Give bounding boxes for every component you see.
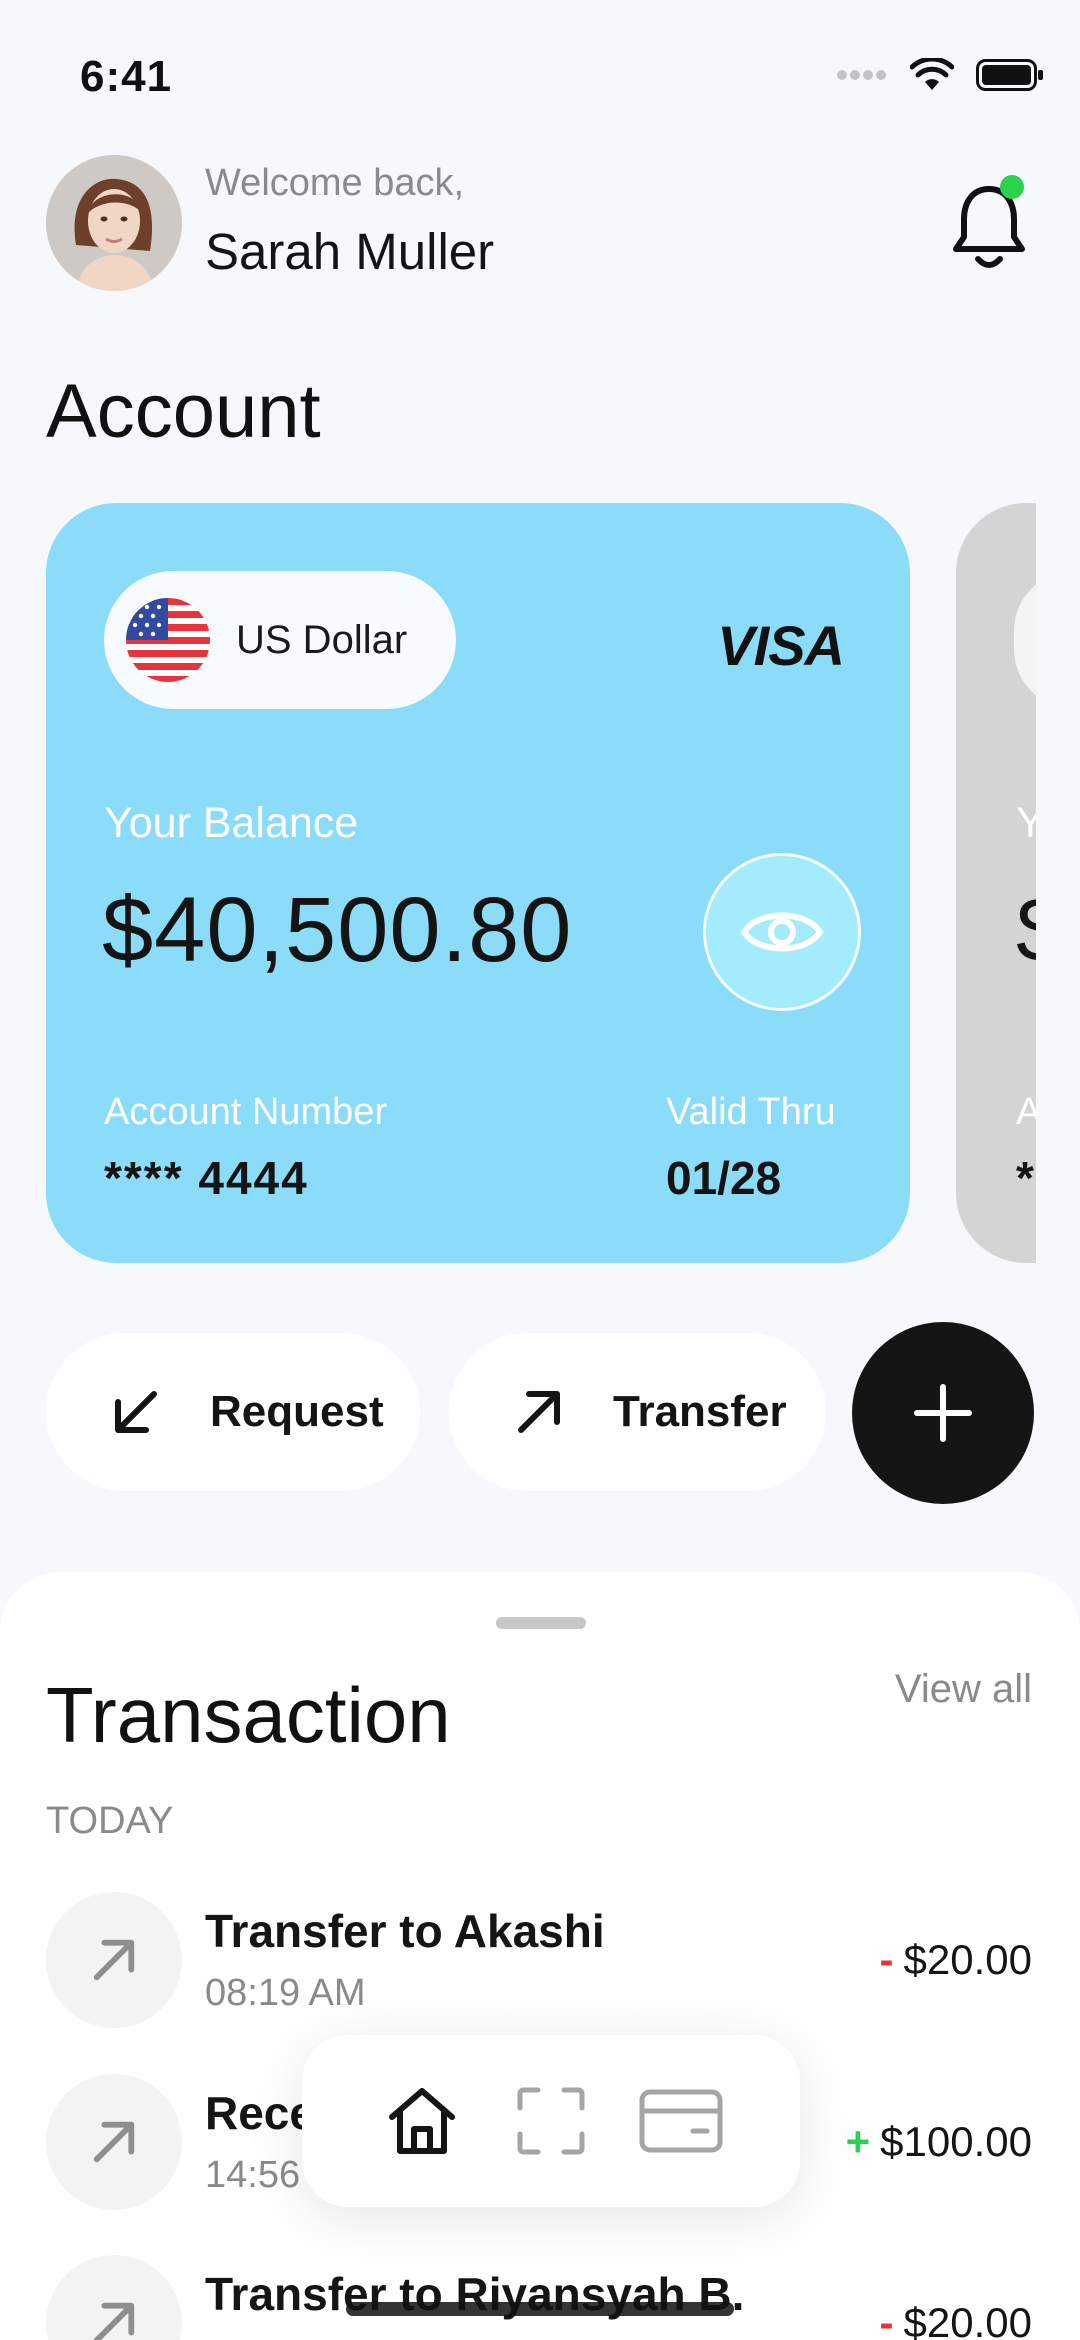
account-card[interactable]: US Dollar VISA Your Balance $40,500.80 A… xyxy=(46,503,910,1263)
arrow-up-right-icon xyxy=(93,2121,135,2163)
amount-value: $100.00 xyxy=(880,2118,1032,2165)
notification-dot xyxy=(1000,175,1024,199)
scan-icon xyxy=(517,2087,585,2155)
transaction-icon xyxy=(46,2255,182,2340)
transaction-name: Rece xyxy=(205,2087,315,2139)
welcome-text: Welcome back, xyxy=(205,162,465,204)
account-number-label: Account Number xyxy=(104,1091,388,1133)
view-all-link[interactable]: View all xyxy=(895,1667,1032,1712)
currency-selector[interactable]: US Dollar xyxy=(104,571,456,709)
page-title: Account xyxy=(46,369,321,454)
amount-sign: - xyxy=(879,2299,894,2340)
transaction-time: 08:19 AM xyxy=(205,1972,366,2014)
balance-value: $40,500.80 xyxy=(102,879,573,981)
balance-label: Your Balance xyxy=(104,799,359,847)
plus-icon xyxy=(914,1384,972,1442)
request-label: Request xyxy=(210,1387,384,1436)
amount-value: $20.00 xyxy=(903,2299,1032,2340)
tab-scan[interactable] xyxy=(501,2071,601,2171)
arrow-up-right-icon xyxy=(518,1391,560,1433)
battery-icon xyxy=(976,59,1043,91)
home-icon xyxy=(388,2088,455,2154)
avatar[interactable] xyxy=(46,155,182,291)
transaction-icon xyxy=(46,2074,182,2210)
us-flag-icon xyxy=(126,598,210,682)
currency-label: US Dollar xyxy=(236,617,408,662)
transaction-row[interactable]: Transfer to Riyansyah B. - $20.00 xyxy=(0,2255,1080,2340)
wifi-icon xyxy=(910,58,954,90)
amount-sign: - xyxy=(879,1936,894,1983)
account-card-secondary[interactable]: Y $ A * xyxy=(956,503,1036,1263)
secondary-account-number: * xyxy=(1016,1152,1034,1204)
eye-icon xyxy=(741,912,823,952)
card-icon xyxy=(639,2089,722,2153)
transaction-amount: - $20.00 xyxy=(880,2299,1032,2340)
request-button[interactable]: Request xyxy=(46,1333,420,1491)
home-indicator[interactable] xyxy=(346,2302,734,2316)
arrow-up-right-icon xyxy=(93,1939,135,1981)
arrow-up-right-icon xyxy=(93,2302,135,2340)
user-name: Sarah Muller xyxy=(205,223,495,280)
sheet-grabber[interactable] xyxy=(496,1617,586,1629)
secondary-balance: $ xyxy=(1016,878,1036,983)
transaction-amount: - $20.00 xyxy=(880,1936,1032,1984)
transfer-label: Transfer xyxy=(613,1387,787,1436)
valid-thru: 01/28 xyxy=(666,1152,782,1204)
transfer-button[interactable]: Transfer xyxy=(449,1333,826,1491)
avatar-portrait xyxy=(46,155,182,291)
card-brand: VISA xyxy=(717,614,845,677)
toggle-balance-button[interactable] xyxy=(703,853,861,1011)
arrow-down-left-icon xyxy=(115,1391,157,1433)
transaction-name: Transfer to Akashi xyxy=(205,1905,605,1957)
transactions-title: Transaction xyxy=(46,1671,451,1759)
amount-sign: + xyxy=(845,2118,871,2165)
tab-card[interactable] xyxy=(631,2071,731,2171)
signal-icon xyxy=(837,70,886,80)
transaction-icon xyxy=(46,1892,182,2028)
secondary-balance-label: Y xyxy=(1016,799,1036,847)
date-group-label: TODAY xyxy=(46,1800,174,1842)
secondary-account-label: A xyxy=(1016,1091,1036,1133)
tab-bar xyxy=(302,2035,800,2207)
transaction-time: 14:56 xyxy=(205,2154,301,2196)
status-icons xyxy=(836,58,1044,92)
tab-home[interactable] xyxy=(372,2071,472,2171)
account-number: **** 4444 xyxy=(104,1152,309,1204)
amount-value: $20.00 xyxy=(903,1936,1032,1983)
valid-thru-label: Valid Thru xyxy=(666,1091,836,1133)
add-button[interactable] xyxy=(852,1322,1034,1504)
transaction-row[interactable]: Transfer to Akashi 08:19 AM - $20.00 xyxy=(0,1892,1080,2032)
status-time: 6:41 xyxy=(80,52,173,101)
transaction-amount: + $100.00 xyxy=(846,2118,1032,2166)
secondary-currency-pill xyxy=(1014,571,1036,709)
